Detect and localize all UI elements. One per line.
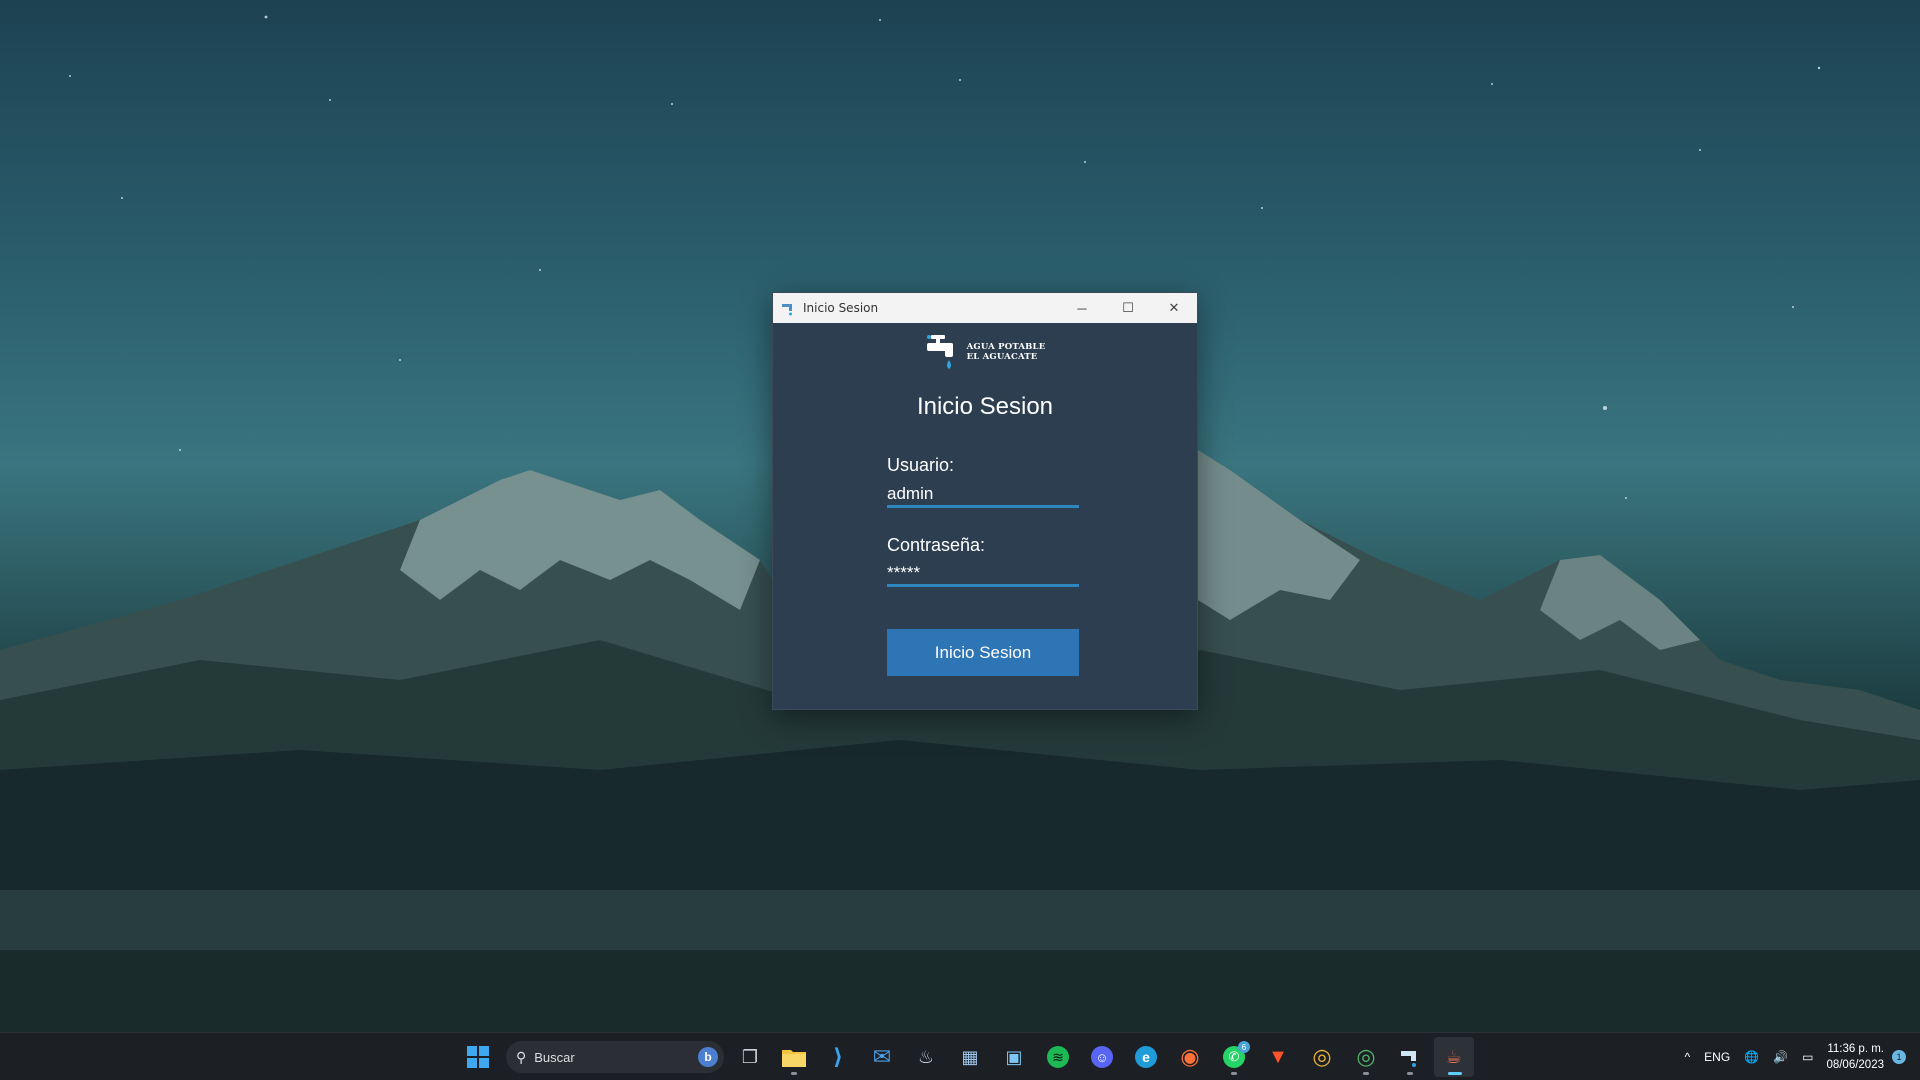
file-explorer-icon[interactable] [774,1037,814,1077]
water-app-icon[interactable] [1390,1037,1430,1077]
password-input[interactable] [887,561,1079,587]
photos-icon[interactable]: ▦ [950,1037,990,1077]
taskbar-apps: ⚲ Buscar b ❐ ⟩ ✉ ♨ ▦ ▣ ≋ ☺ e ◉ ✆ 6 ▼ ◎ ◎… [456,1033,1476,1080]
java-app-icon[interactable]: ☕ [1434,1037,1474,1077]
login-heading: Inicio Sesion [916,393,1054,420]
user-label: Usuario: [887,455,955,475]
window-title: Inicio Sesion [803,301,879,315]
edge-icon[interactable]: e [1126,1037,1166,1077]
search-placeholder: Buscar [534,1049,575,1065]
firefox-icon[interactable]: ◉ [1170,1037,1210,1077]
app-logo: AGUA POTABLE EL AGUACATE [773,333,1197,371]
discord-icon[interactable]: ☺ [1082,1037,1122,1077]
maximize-button[interactable]: ☐ [1105,293,1151,323]
start-icon[interactable] [458,1037,498,1077]
login-button[interactable]: Inicio Sesion [887,629,1079,676]
language-indicator[interactable]: ENG [1704,1050,1730,1064]
vscode-icon[interactable]: ⟩ [818,1037,858,1077]
logo-text: AGUA POTABLE EL AGUACATE [967,342,1046,362]
clock-date: 08/06/2023 [1826,1059,1884,1071]
whatsapp-icon[interactable]: ✆ 6 [1214,1037,1254,1077]
notification-badge[interactable]: 1 [1892,1050,1906,1064]
chrome-profile-icon[interactable]: ◎ [1346,1037,1386,1077]
logo-line-1: AGUA POTABLE [966,342,1046,352]
volume-icon[interactable]: 🔊 [1773,1050,1788,1064]
whatsapp-badge: 6 [1238,1041,1250,1053]
chrome-icon[interactable]: ◎ [1302,1037,1342,1077]
search-icon: ⚲ [516,1048,527,1065]
user-input[interactable] [887,482,1079,508]
chevron-up-icon[interactable]: ^ [1685,1050,1691,1064]
steam-icon[interactable]: ♨ [906,1037,946,1077]
minimize-button[interactable]: ─ [1059,293,1105,323]
faucet-logo-icon [926,335,953,369]
search-box[interactable]: ⚲ Buscar b [506,1041,724,1073]
close-button[interactable]: ✕ [1151,293,1197,323]
logo-line-2: EL AGUACATE [966,352,1038,362]
taskbar: ⚲ Buscar b ❐ ⟩ ✉ ♨ ▦ ▣ ≋ ☺ e ◉ ✆ 6 ▼ ◎ ◎… [0,1032,1920,1080]
window-titlebar[interactable]: Inicio Sesion ─ ☐ ✕ [773,293,1197,323]
clock-time: 11:36 p. m. [1827,1043,1884,1055]
bing-icon[interactable]: b [698,1047,718,1067]
password-label: Contraseña: [887,535,986,555]
clock[interactable]: 11:36 p. m. 08/06/2023 [1826,1041,1884,1073]
control-panel-icon[interactable]: ▣ [994,1037,1034,1077]
login-window: Inicio Sesion ─ ☐ ✕ AGUA POTABLE EL AGUA… [772,292,1198,710]
system-tray: ^ ENG 🌐 🔊 ▭ 11:36 p. m. 08/06/2023 1 [1678,1033,1920,1080]
battery-icon[interactable]: ▭ [1802,1050,1813,1064]
brave-icon[interactable]: ▼ [1258,1037,1298,1077]
task-view-icon[interactable]: ❐ [730,1037,770,1077]
spotify-icon[interactable]: ≋ [1038,1037,1078,1077]
network-icon[interactable]: 🌐 [1744,1050,1759,1064]
window-controls: ─ ☐ ✕ [1059,293,1197,323]
faucet-icon [782,304,792,316]
mail-icon[interactable]: ✉ [862,1037,902,1077]
